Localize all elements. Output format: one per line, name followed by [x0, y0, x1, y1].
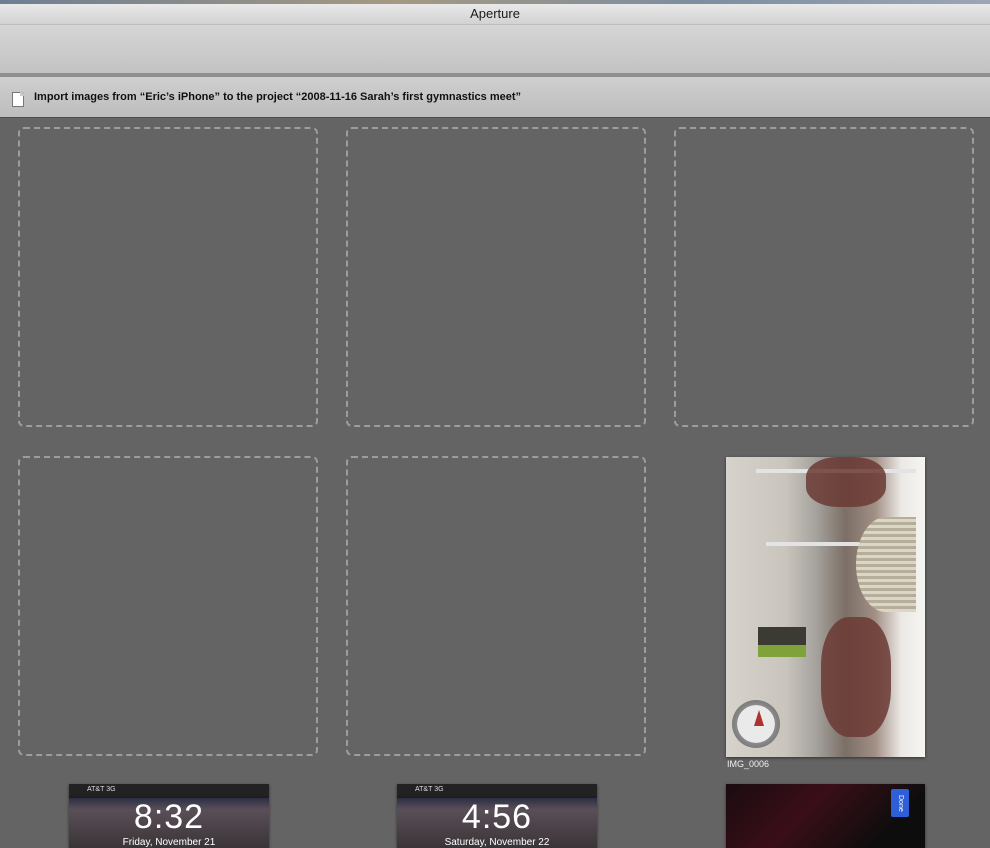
document-icon [12, 92, 24, 107]
photo-detail [758, 627, 806, 657]
lock-date: Friday, November 21 [122, 837, 216, 848]
photo-thumbnail-img-0006[interactable] [726, 457, 925, 757]
photo-detail [806, 457, 886, 507]
photo-detail [856, 517, 916, 612]
photo-thumbnail[interactable]: AT&T 3G 4:56 Saturday, November 22 [397, 784, 597, 848]
toolbar [0, 24, 990, 74]
import-browser-grid: IMG_0006 AT&T 3G 8:32 Friday, November 2… [0, 118, 990, 848]
lock-date: Saturday, November 22 [444, 837, 550, 848]
status-bar: AT&T 3G [397, 784, 597, 796]
lock-time: 4:56 [461, 798, 533, 836]
photo-label: IMG_0006 [727, 759, 770, 769]
photo-thumbnail[interactable]: AT&T 3G 8:32 Friday, November 21 [69, 784, 269, 848]
done-button-in-photo: Done [891, 789, 909, 817]
window-title: Aperture [0, 4, 990, 24]
import-description: Import images from “Eric’s iPhone” to th… [34, 91, 522, 103]
empty-image-slot[interactable] [346, 127, 646, 427]
photo-detail [821, 617, 891, 737]
empty-image-slot[interactable] [674, 127, 974, 427]
empty-image-slot[interactable] [18, 456, 318, 756]
lock-time: 8:32 [133, 798, 205, 836]
empty-image-slot[interactable] [18, 127, 318, 427]
status-bar: AT&T 3G [69, 784, 269, 796]
import-bar: Import images from “Eric’s iPhone” to th… [0, 77, 990, 118]
photo-thumbnail[interactable]: Done [726, 784, 925, 848]
empty-image-slot[interactable] [346, 456, 646, 756]
compass-icon [732, 700, 780, 748]
